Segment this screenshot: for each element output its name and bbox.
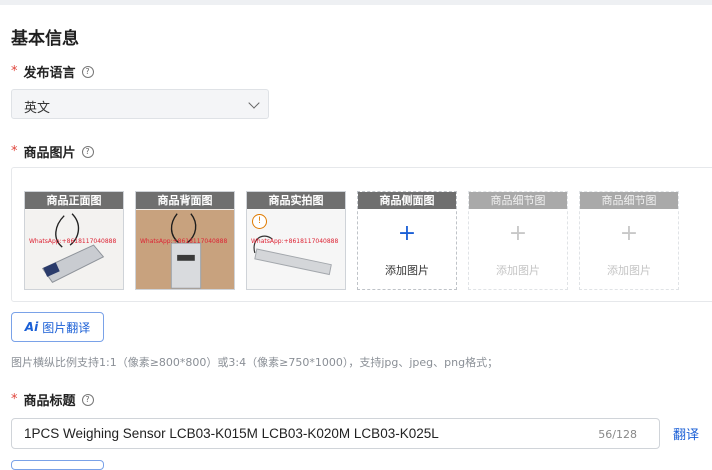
product-title-label: 商品标题	[23, 394, 76, 409]
plus-icon: +	[397, 221, 417, 246]
language-select-value: 英文	[24, 101, 51, 116]
add-image-label: 添加图片	[607, 264, 651, 277]
language-label: 发布语言	[23, 66, 76, 81]
add-image-label: 添加图片	[496, 264, 540, 277]
product-photo-front	[25, 209, 123, 289]
image-slot-detail-2: 商品细节图 + 添加图片	[579, 191, 679, 290]
images-label: 商品图片	[23, 146, 76, 161]
required-marker: *	[11, 144, 18, 159]
required-marker: *	[11, 64, 18, 79]
alert-icon[interactable]: !	[252, 214, 267, 229]
image-slot-title: 商品细节图	[580, 192, 678, 209]
help-icon[interactable]: ?	[81, 393, 94, 406]
image-slot-title: 商品细节图	[469, 192, 567, 209]
image-watermark: WhatsApp:+8618117040888	[29, 238, 117, 245]
translate-link[interactable]: 翻译	[673, 424, 699, 443]
language-select[interactable]: 英文	[11, 89, 269, 119]
add-image-label: 添加图片	[385, 264, 429, 277]
help-icon[interactable]: ?	[81, 65, 94, 78]
image-slot-title: 商品侧面图	[358, 192, 456, 209]
language-label-row: * 发布语言 ?	[11, 62, 94, 81]
image-translate-button[interactable]: Ai 图片翻译	[11, 312, 104, 342]
product-photo-back	[136, 209, 234, 289]
image-watermark: WhatsApp:+8618117040888	[140, 238, 228, 245]
image-slot-real[interactable]: 商品实拍图 ! WhatsApp:+8618117040888	[246, 191, 346, 290]
section-title: 基本信息	[11, 29, 79, 49]
required-marker: *	[11, 392, 18, 407]
image-slot-title: 商品背面图	[136, 192, 234, 209]
title-action-button[interactable]	[11, 460, 104, 470]
image-slot-title: 商品正面图	[25, 192, 123, 209]
image-format-hint: 图片横纵比例支持1:1（像素≥800*800）或3:4（像素≥750*1000）…	[11, 356, 499, 369]
plus-icon: +	[508, 221, 528, 246]
image-slot-back[interactable]: 商品背面图 WhatsApp:+8618117040888	[135, 191, 235, 290]
product-title-input[interactable]: 1PCS Weighing Sensor LCB03-K015M LCB03-K…	[11, 418, 660, 449]
image-slot-side[interactable]: 商品侧面图 + 添加图片	[357, 191, 457, 290]
help-icon[interactable]: ?	[81, 145, 94, 158]
plus-icon: +	[619, 221, 639, 246]
image-slot-title: 商品实拍图	[247, 192, 345, 209]
image-slot-detail-1: 商品细节图 + 添加图片	[468, 191, 568, 290]
image-watermark: WhatsApp:+8618117040888	[251, 238, 339, 245]
chevron-down-icon	[248, 97, 260, 109]
image-slot-front[interactable]: 商品正面图 WhatsApp:+8618117040888	[24, 191, 124, 290]
product-title-value: 1PCS Weighing Sensor LCB03-K015M LCB03-K…	[24, 426, 439, 441]
top-divider	[0, 0, 712, 5]
title-label-row: * 商品标题 ?	[11, 390, 94, 409]
images-label-row: * 商品图片 ?	[11, 142, 94, 161]
ai-icon: Ai	[24, 320, 39, 334]
image-translate-label: 图片翻译	[42, 320, 91, 335]
character-count: 56/128	[598, 428, 637, 441]
